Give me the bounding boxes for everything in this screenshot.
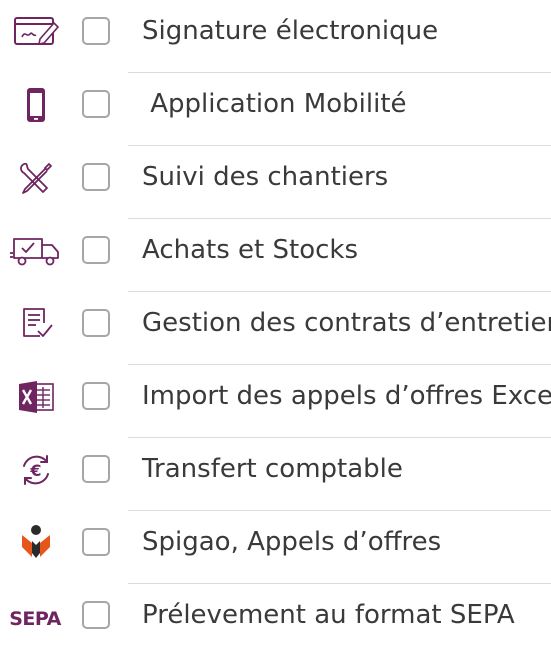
option-row-import-excel[interactable]: Import des appels d’offres Excel <box>0 365 551 438</box>
option-row-sepa[interactable]: SEPA Prélevement au format SEPA <box>0 584 551 657</box>
sepa-logo-icon: SEPA <box>0 597 70 641</box>
option-label: Gestion des contrats d’entretien <box>142 308 551 338</box>
option-label: Suivi des chantiers <box>142 162 389 192</box>
contract-checklist-icon <box>8 302 64 346</box>
option-label: Spigao, Appels d’offres <box>142 527 442 557</box>
option-row-contrats-entretien[interactable]: Gestion des contrats d’entretien <box>0 292 551 365</box>
tools-icon <box>8 156 64 200</box>
option-label: Achats et Stocks <box>142 235 358 265</box>
options-checklist: Signature électronique Application Mobil… <box>0 0 551 630</box>
sepa-logo-text: SEPA <box>9 608 61 630</box>
option-label: Transfert comptable <box>142 454 403 484</box>
option-row-achats-stocks[interactable]: Achats et Stocks <box>0 219 551 292</box>
option-label: Application Mobilité <box>142 89 407 119</box>
option-row-suivi-chantiers[interactable]: Suivi des chantiers <box>0 146 551 219</box>
delivery-truck-icon <box>8 229 64 273</box>
option-row-transfert-comptable[interactable]: € Transfert comptable <box>0 438 551 511</box>
achats-stocks-checkbox[interactable] <box>82 236 110 264</box>
transfert-comptable-checkbox[interactable] <box>82 455 110 483</box>
spigao-checkbox[interactable] <box>82 528 110 556</box>
option-label: Signature électronique <box>142 16 439 46</box>
import-excel-checkbox[interactable] <box>82 382 110 410</box>
spigao-logo-icon <box>8 521 64 565</box>
svg-text:€: € <box>29 461 41 480</box>
signature-checkbox[interactable] <box>82 17 110 45</box>
option-row-application-mobilite[interactable]: Application Mobilité <box>0 73 551 146</box>
option-label: Import des appels d’offres Excel <box>142 381 551 411</box>
application-mobilite-checkbox[interactable] <box>82 90 110 118</box>
sepa-checkbox[interactable] <box>82 601 110 629</box>
option-label: Prélevement au format SEPA <box>142 600 515 630</box>
option-row-signature[interactable]: Signature électronique <box>0 0 551 73</box>
excel-icon <box>8 375 64 419</box>
signature-icon <box>8 10 64 54</box>
contrats-entretien-checkbox[interactable] <box>82 309 110 337</box>
euro-transfer-icon: € <box>8 448 64 492</box>
option-row-spigao[interactable]: Spigao, Appels d’offres <box>0 511 551 584</box>
mobile-phone-icon <box>8 83 64 127</box>
suivi-chantiers-checkbox[interactable] <box>82 163 110 191</box>
